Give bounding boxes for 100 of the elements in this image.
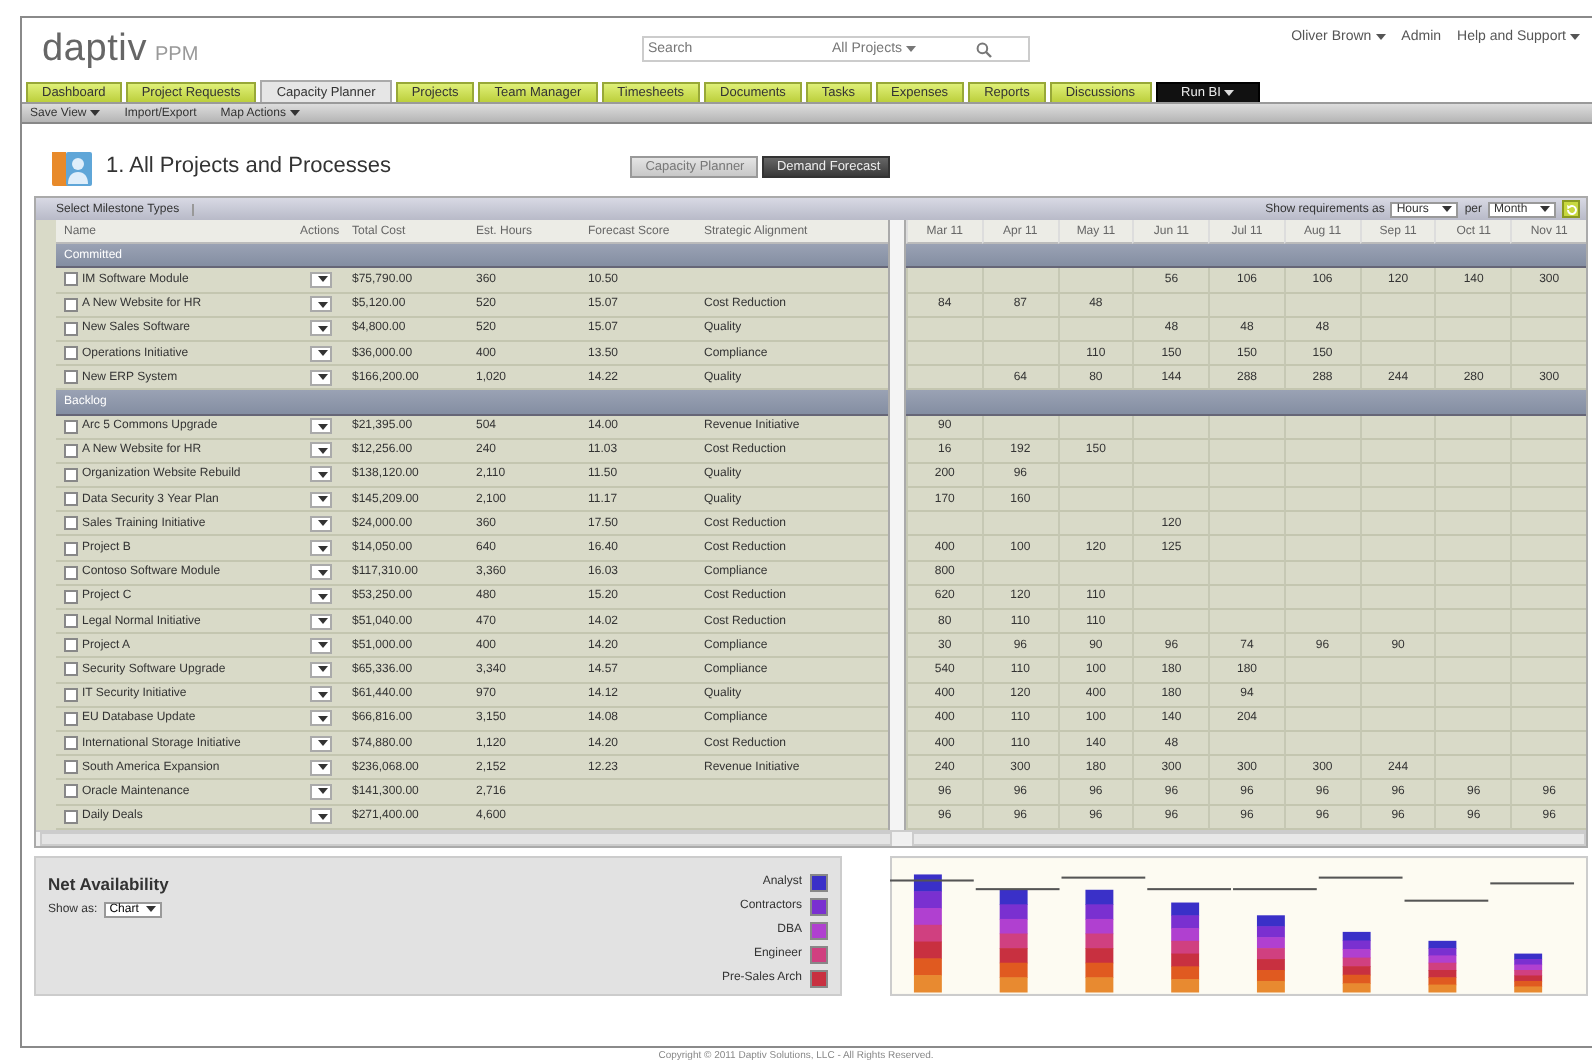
checkbox[interactable] — [64, 443, 78, 458]
table-cell — [1359, 683, 1435, 708]
table-cell — [1208, 585, 1284, 610]
actions-button[interactable] — [310, 491, 332, 508]
table-cell — [981, 512, 1058, 537]
actions-button[interactable] — [310, 345, 332, 362]
table-cell — [1434, 293, 1511, 318]
checkbox[interactable] — [64, 516, 78, 531]
table-cell — [1510, 439, 1586, 464]
table-cell — [1434, 415, 1511, 440]
table-cell — [1434, 707, 1511, 732]
checkbox[interactable] — [64, 638, 78, 653]
table-cell — [1283, 512, 1360, 537]
actions-button[interactable] — [310, 540, 332, 557]
table-cell — [1208, 293, 1284, 318]
actions-button[interactable] — [310, 808, 332, 825]
table-cell — [1208, 610, 1284, 635]
caret-icon — [318, 350, 328, 357]
checkbox[interactable] — [64, 614, 78, 629]
table-cell — [1057, 512, 1133, 537]
actions-button[interactable] — [310, 710, 332, 727]
caret-icon — [318, 496, 328, 503]
table-cell — [1510, 707, 1586, 732]
actions-button[interactable] — [310, 661, 332, 678]
actions-button[interactable] — [310, 369, 332, 386]
checkbox[interactable] — [64, 297, 78, 312]
actions-button[interactable] — [310, 418, 332, 435]
checkbox[interactable] — [64, 346, 78, 361]
stacked-bar — [913, 873, 942, 992]
table-cell — [1359, 707, 1435, 732]
actions-button[interactable] — [310, 564, 332, 581]
table-cell — [1283, 610, 1360, 635]
checkbox[interactable] — [64, 467, 78, 482]
table-cell — [1283, 561, 1360, 586]
table-cell — [1510, 634, 1586, 659]
checkbox[interactable] — [64, 370, 78, 385]
table-cell — [1208, 536, 1284, 562]
table-cell — [1208, 415, 1284, 440]
caret-icon — [318, 374, 328, 381]
page-title: 1. All Projects and Processes — [106, 154, 391, 178]
table-cell — [1510, 731, 1586, 757]
table-cell — [1434, 610, 1511, 635]
checkbox[interactable] — [64, 541, 78, 556]
table-cell — [981, 561, 1058, 586]
caret-icon — [318, 666, 328, 673]
caret-icon — [1224, 90, 1235, 96]
caret-icon — [318, 325, 328, 332]
table-cell — [1283, 293, 1360, 318]
table-cell — [1208, 463, 1284, 489]
checkbox[interactable] — [64, 565, 78, 580]
caret-icon — [318, 447, 328, 454]
stacked-bar — [1342, 931, 1371, 992]
table-cell — [1434, 658, 1511, 684]
checkbox[interactable] — [64, 321, 78, 336]
table-cell — [1359, 561, 1435, 586]
checkbox[interactable] — [64, 711, 78, 726]
checkbox[interactable] — [64, 736, 78, 751]
checkbox[interactable] — [64, 589, 78, 604]
table-cell — [1283, 585, 1360, 610]
checkbox[interactable] — [64, 809, 78, 824]
checkbox[interactable] — [64, 419, 78, 434]
scrollbar[interactable] — [40, 831, 892, 846]
table-cell — [1057, 463, 1133, 489]
table-cell — [1510, 341, 1586, 367]
actions-button[interactable] — [310, 613, 332, 630]
checkbox[interactable] — [64, 784, 78, 799]
search-icon[interactable] — [976, 41, 992, 57]
table-cell — [1132, 439, 1209, 464]
table-cell — [1510, 512, 1586, 537]
actions-button[interactable] — [310, 466, 332, 483]
actions-button[interactable] — [310, 442, 332, 459]
caret-icon — [318, 764, 328, 771]
checkbox[interactable] — [64, 492, 78, 507]
checkbox[interactable] — [64, 662, 78, 677]
table-cell — [1208, 561, 1284, 586]
table-cell — [1283, 415, 1360, 440]
actions-button[interactable] — [310, 296, 332, 313]
actions-button[interactable] — [310, 783, 332, 800]
actions-button[interactable] — [310, 515, 332, 532]
checkbox[interactable] — [64, 272, 78, 287]
scrollbar[interactable] — [912, 831, 1586, 846]
table-cell — [1359, 731, 1435, 757]
actions-button[interactable] — [310, 686, 332, 703]
capacity-line — [1318, 875, 1403, 878]
capacity-line — [890, 878, 974, 881]
actions-button[interactable] — [310, 588, 332, 605]
table-cell — [906, 512, 982, 537]
actions-button[interactable] — [310, 637, 332, 654]
checkbox[interactable] — [64, 687, 78, 702]
checkbox[interactable] — [64, 760, 78, 775]
caret-icon — [318, 569, 328, 576]
actions-button[interactable] — [310, 271, 332, 288]
stacked-bar — [1171, 901, 1200, 992]
table-cell — [1434, 683, 1511, 708]
caret-icon — [318, 618, 328, 625]
actions-button[interactable] — [310, 735, 332, 752]
actions-button[interactable] — [310, 759, 332, 776]
table-cell — [1057, 488, 1133, 513]
capacity-line — [1404, 899, 1489, 902]
actions-button[interactable] — [310, 320, 332, 337]
